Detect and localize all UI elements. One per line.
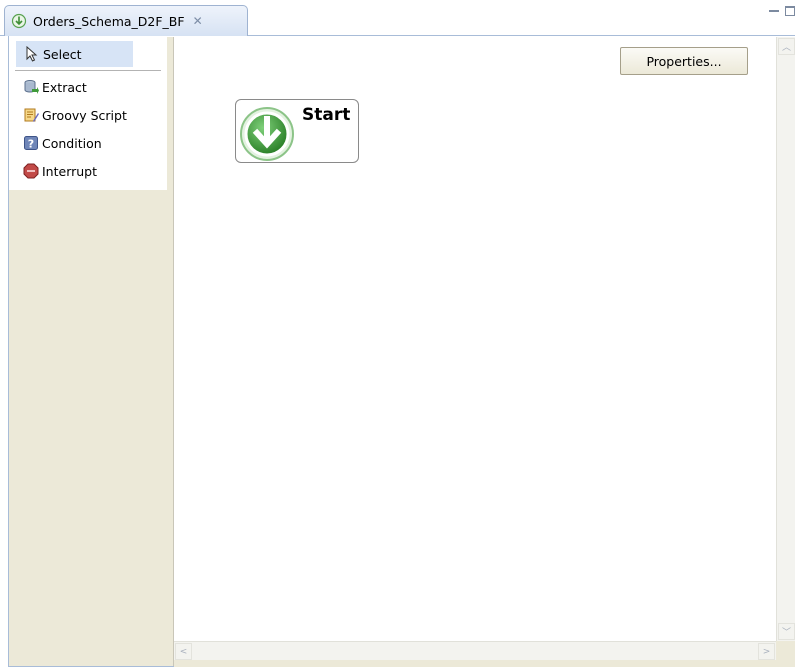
- window-controls: [769, 6, 795, 16]
- interrupt-icon: [23, 163, 39, 179]
- scroll-right-icon[interactable]: >: [758, 643, 775, 660]
- palette-item-groovy-script[interactable]: Groovy Script: [9, 101, 167, 129]
- editor-tab[interactable]: Orders_Schema_D2F_BF ✕: [4, 5, 248, 36]
- palette-item-label: Groovy Script: [42, 107, 127, 123]
- extract-icon: [24, 80, 39, 94]
- condition-icon: ?: [24, 136, 38, 151]
- palette-item-label: Select: [43, 46, 82, 62]
- palette-item-condition[interactable]: ? Condition: [9, 129, 167, 157]
- close-icon[interactable]: ✕: [193, 14, 203, 28]
- palette: Select Extract Groovy Script ? Condition…: [9, 37, 167, 666]
- horizontal-scrollbar[interactable]: < >: [174, 641, 776, 660]
- palette-sash[interactable]: [167, 37, 174, 666]
- vertical-scrollbar[interactable]: ︿ ﹀: [776, 37, 795, 641]
- start-node[interactable]: Start: [235, 99, 359, 163]
- start-arrow-icon: [240, 107, 294, 161]
- palette-item-extract[interactable]: Extract: [9, 73, 167, 101]
- palette-item-label: Condition: [42, 135, 102, 151]
- scroll-down-icon[interactable]: ﹀: [778, 623, 795, 640]
- select-arrow-icon: [26, 46, 38, 62]
- palette-item-label: Extract: [42, 79, 87, 95]
- palette-item-label: Interrupt: [42, 163, 98, 179]
- properties-button[interactable]: Properties...: [620, 47, 748, 75]
- palette-tools: Select Extract Groovy Script ? Condition…: [9, 37, 167, 190]
- bottom-border: [174, 660, 795, 667]
- start-node-label: Start: [302, 105, 351, 125]
- minimize-icon[interactable]: [769, 6, 779, 12]
- scroll-up-icon[interactable]: ︿: [778, 38, 795, 55]
- diagram-canvas[interactable]: Properties... Start: [174, 37, 776, 641]
- editor-tab-bar: Orders_Schema_D2F_BF ✕: [0, 0, 795, 36]
- groovy-script-icon: [24, 108, 39, 122]
- maximize-icon[interactable]: [785, 6, 795, 16]
- scrollbar-corner: [776, 641, 795, 660]
- palette-item-select[interactable]: Select: [16, 41, 133, 67]
- flow-icon: [11, 13, 27, 29]
- palette-item-interrupt[interactable]: Interrupt: [9, 157, 167, 185]
- editor-tab-title: Orders_Schema_D2F_BF: [33, 13, 185, 29]
- palette-separator: [15, 70, 161, 71]
- svg-text:?: ?: [28, 138, 34, 151]
- scroll-left-icon[interactable]: <: [175, 643, 192, 660]
